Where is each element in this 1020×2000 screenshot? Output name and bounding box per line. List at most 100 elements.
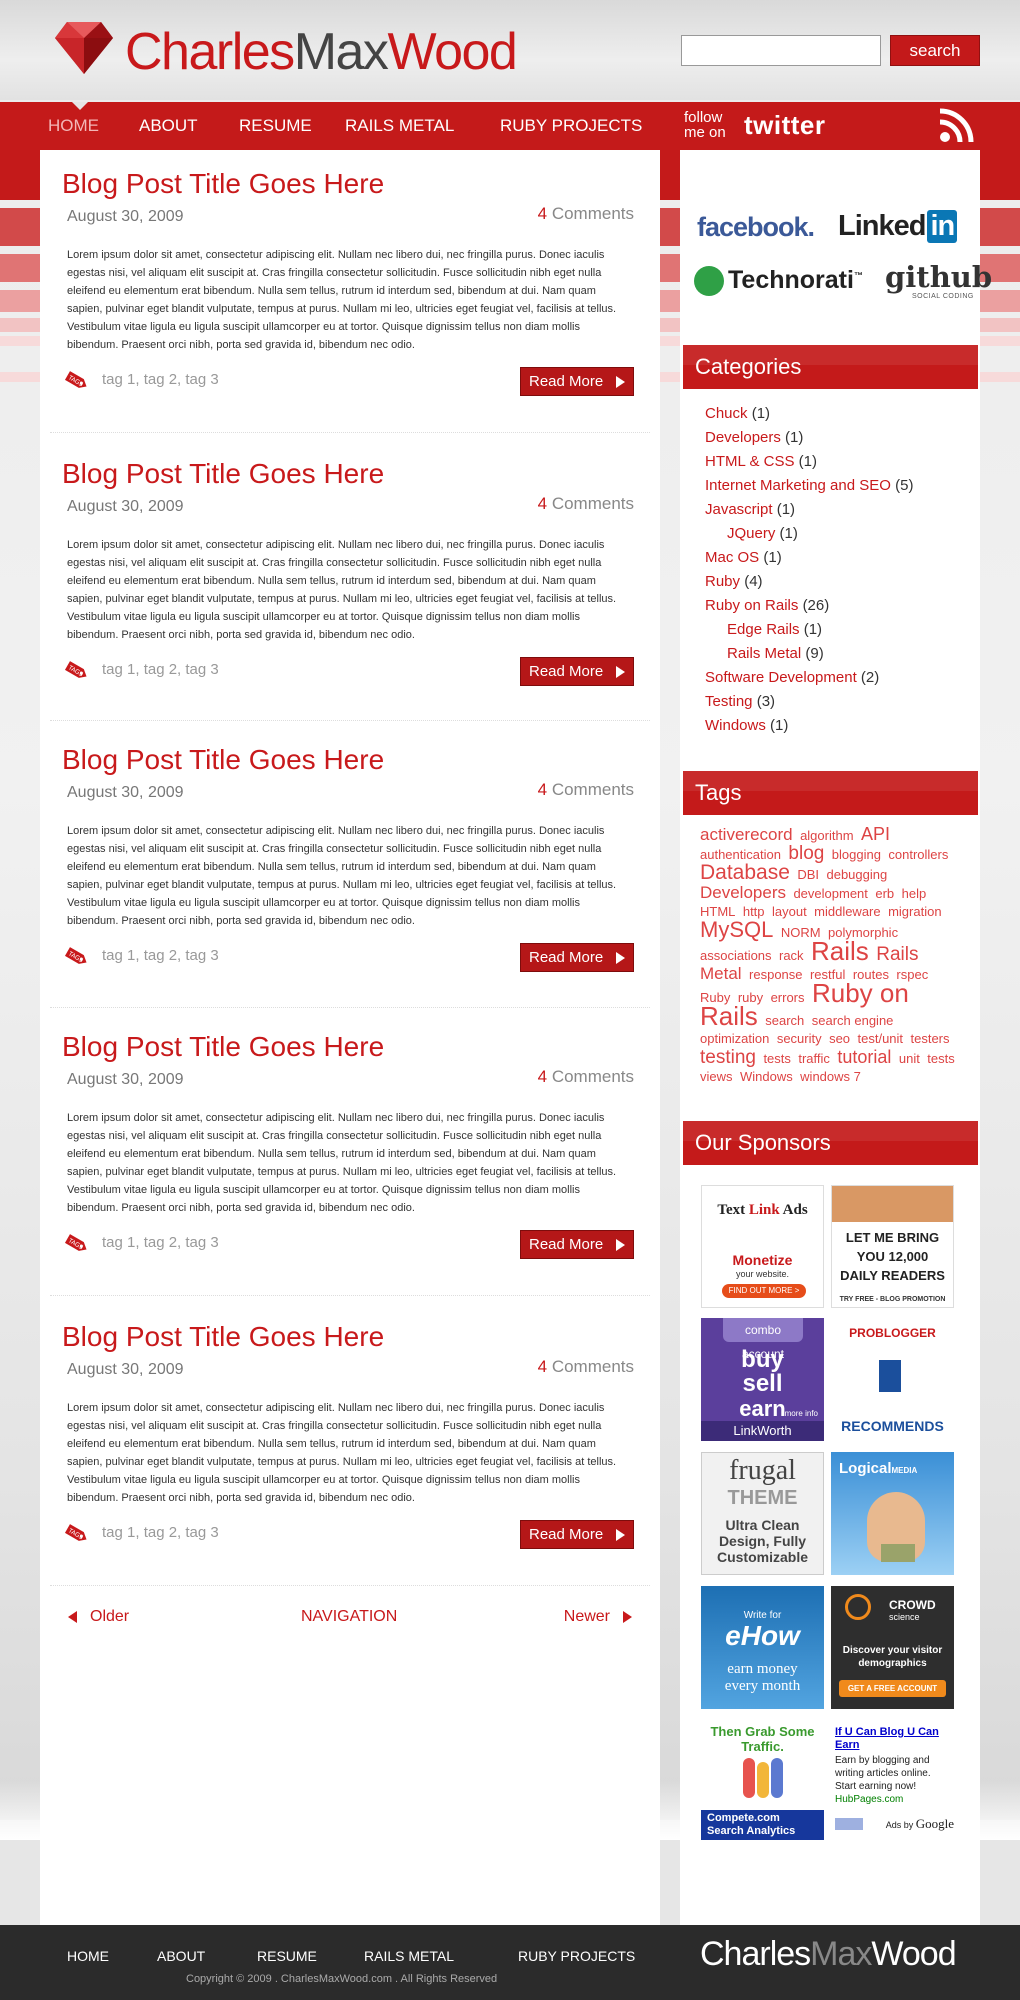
tag-link[interactable]: development [793, 886, 867, 901]
tag-link[interactable]: unit [899, 1051, 920, 1066]
post-title[interactable]: Blog Post Title Goes Here [62, 168, 384, 200]
tag-link[interactable]: middleware [814, 904, 880, 919]
tag-link[interactable]: blog [788, 843, 824, 864]
ruby-logo-icon[interactable] [53, 18, 115, 76]
tag-link[interactable]: controllers [888, 847, 948, 862]
twitter-logo[interactable]: twitter [744, 110, 826, 141]
post-comments-link[interactable]: 4 Comments [538, 1067, 634, 1087]
ad-linkworth[interactable]: combo account buy sell earn more info Li… [701, 1318, 824, 1441]
tag-link[interactable]: migration [888, 904, 941, 919]
post-tags[interactable]: tag 1, tag 2, tag 3 [102, 1234, 219, 1251]
tag-link[interactable]: associations [700, 948, 772, 963]
tag-link[interactable]: testers [910, 1031, 949, 1046]
tag-link[interactable]: Metal [700, 964, 742, 983]
tag-link[interactable]: Rails [876, 944, 918, 965]
post-comments-link[interactable]: 4 Comments [538, 204, 634, 224]
post-tags[interactable]: tag 1, tag 2, tag 3 [102, 371, 219, 388]
ad-text-link-ads[interactable]: Text Link Ads Monetize your website. FIN… [701, 1185, 824, 1308]
tag-link[interactable]: optimization [700, 1031, 769, 1046]
category-link[interactable]: Mac OS [705, 549, 759, 566]
nav-item-rails-metal[interactable]: RAILS METAL [345, 116, 454, 136]
post-tags[interactable]: tag 1, tag 2, tag 3 [102, 661, 219, 678]
tag-link[interactable]: layout [772, 904, 807, 919]
post-comments-link[interactable]: 4 Comments [538, 780, 634, 800]
github-link[interactable]: github [885, 260, 992, 294]
technorati-link[interactable]: Technorati™ [694, 266, 863, 297]
post-tags[interactable]: tag 1, tag 2, tag 3 [102, 1524, 219, 1541]
footer-logo[interactable]: CharlesMaxWood [700, 1935, 957, 1974]
search-input[interactable] [681, 35, 881, 66]
linkedin-link[interactable]: Linked in [838, 210, 958, 243]
post-title[interactable]: Blog Post Title Goes Here [62, 458, 384, 490]
tag-link[interactable]: errors [771, 990, 805, 1005]
nav-item-about[interactable]: ABOUT [139, 116, 198, 136]
category-link[interactable]: Internet Marketing and SEO [705, 477, 891, 494]
tag-link[interactable]: tutorial [837, 1047, 891, 1067]
category-link[interactable]: Windows [705, 717, 766, 734]
rss-icon[interactable] [938, 108, 974, 144]
ad-google-text[interactable]: If U Can Blog U Can Earn Earn by bloggin… [831, 1720, 956, 1843]
tag-link[interactable]: DBI [797, 867, 819, 882]
footer-link-rails-metal[interactable]: RAILS METAL [364, 1948, 454, 1964]
category-link[interactable]: Ruby on Rails [705, 597, 798, 614]
tag-link[interactable]: algorithm [800, 828, 853, 843]
tag-link[interactable]: blogging [832, 847, 881, 862]
post-title[interactable]: Blog Post Title Goes Here [62, 1321, 384, 1353]
category-link[interactable]: Rails Metal [727, 645, 801, 662]
read-more-button[interactable]: Read More [520, 1520, 634, 1549]
newer-posts-link[interactable]: Newer [564, 1608, 632, 1626]
category-link[interactable]: Javascript [705, 501, 773, 518]
footer-link-resume[interactable]: RESUME [257, 1948, 317, 1964]
ad-ehow[interactable]: Write for eHow earn money every month [701, 1586, 824, 1709]
older-posts-link[interactable]: Older [68, 1608, 129, 1626]
footer-link-about[interactable]: ABOUT [157, 1948, 205, 1964]
post-title[interactable]: Blog Post Title Goes Here [62, 744, 384, 776]
ad-link[interactable]: If U Can Blog U Can Earn [835, 1726, 950, 1752]
tag-link[interactable]: authentication [700, 847, 781, 862]
post-comments-link[interactable]: 4 Comments [538, 494, 634, 514]
tag-link[interactable]: API [861, 824, 890, 844]
tag-link[interactable]: seo [829, 1031, 850, 1046]
tag-link[interactable]: search [765, 1013, 804, 1028]
tag-link[interactable]: Ruby on [812, 978, 909, 1008]
tag-link[interactable]: views [700, 1069, 733, 1084]
tag-link[interactable]: tests [927, 1051, 954, 1066]
footer-link-ruby-projects[interactable]: RUBY PROJECTS [518, 1948, 635, 1964]
category-link[interactable]: JQuery [727, 525, 775, 542]
nav-item-home[interactable]: HOME [48, 116, 99, 136]
ad-daily-readers[interactable]: LET ME BRING YOU 12,000 DAILY READERS TR… [831, 1185, 954, 1308]
ad-problogger[interactable]: PROBLOGGER RECOMMENDS [831, 1318, 954, 1441]
tag-link[interactable]: tests [763, 1051, 790, 1066]
tag-link[interactable]: Rails [700, 1001, 758, 1031]
tag-link[interactable]: debugging [826, 867, 887, 882]
post-comments-link[interactable]: 4 Comments [538, 1357, 634, 1377]
ad-frugal-theme[interactable]: frugal THEME Ultra Clean Design, Fully C… [701, 1452, 824, 1575]
category-link[interactable]: HTML & CSS [705, 453, 794, 470]
nav-item-resume[interactable]: RESUME [239, 116, 312, 136]
search-button[interactable]: search [890, 35, 980, 66]
tag-link[interactable]: MySQL [700, 917, 773, 942]
category-link[interactable]: Software Development [705, 669, 857, 686]
tag-link[interactable]: test/unit [858, 1031, 904, 1046]
tag-link[interactable]: erb [875, 886, 894, 901]
read-more-button[interactable]: Read More [520, 657, 634, 686]
footer-link-home[interactable]: HOME [67, 1948, 109, 1964]
category-link[interactable]: Edge Rails [727, 621, 800, 638]
post-title[interactable]: Blog Post Title Goes Here [62, 1031, 384, 1063]
tag-link[interactable]: search engine [812, 1013, 894, 1028]
tag-link[interactable]: rack [779, 948, 804, 963]
tag-link[interactable]: Rails [811, 936, 869, 966]
category-link[interactable]: Chuck [705, 405, 748, 422]
follow-me-label[interactable]: follow me on [684, 110, 726, 140]
tag-link[interactable]: activerecord [700, 825, 793, 844]
ad-logical-media[interactable]: LogicalMEDIA [831, 1452, 954, 1575]
facebook-link[interactable]: facebook. [697, 212, 815, 243]
nav-item-ruby-projects[interactable]: RUBY PROJECTS [500, 116, 642, 136]
ad-crowd-science[interactable]: CROWD science Discover your visitor demo… [831, 1586, 954, 1709]
tag-link[interactable]: response [749, 967, 802, 982]
tag-link[interactable]: Windows [740, 1069, 793, 1084]
category-link[interactable]: Testing [705, 693, 753, 710]
tag-link[interactable]: security [777, 1031, 822, 1046]
ad-compete[interactable]: Then Grab Some Traffic. Compete.com Sear… [701, 1720, 824, 1843]
read-more-button[interactable]: Read More [520, 943, 634, 972]
